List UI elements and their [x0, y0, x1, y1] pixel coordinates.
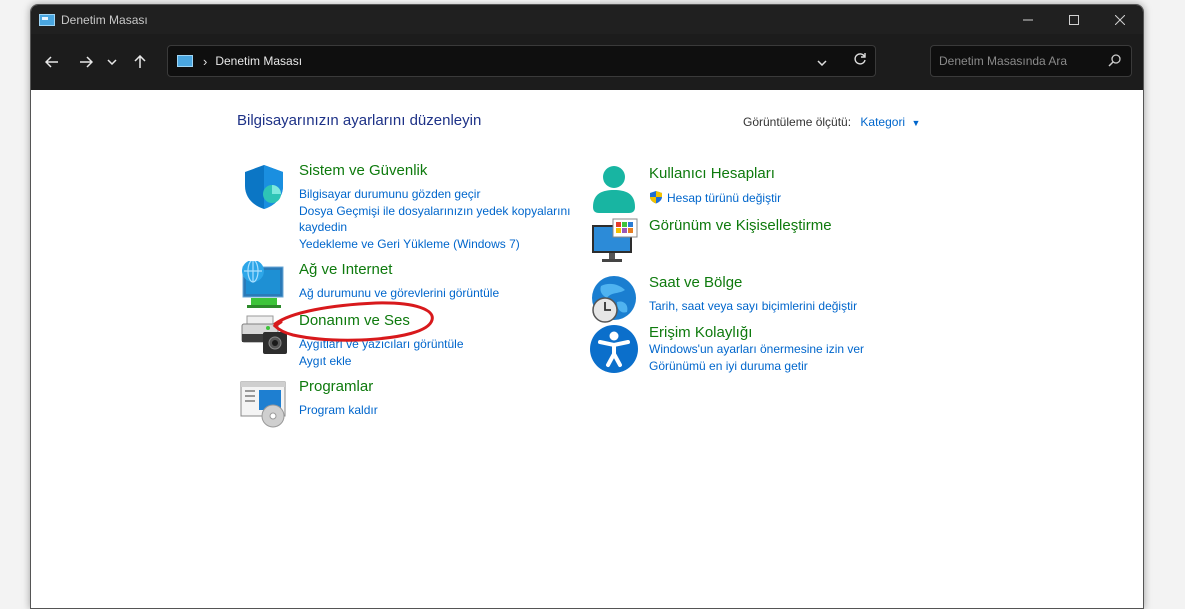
- category-title[interactable]: Donanım ve Ses: [299, 312, 410, 329]
- task-link[interactable]: Program kaldır: [299, 403, 378, 417]
- view-by-dropdown[interactable]: Kategori: [860, 115, 905, 129]
- refresh-icon: [854, 53, 866, 65]
- accessibility-icon: [590, 325, 638, 373]
- search-input[interactable]: [931, 46, 1096, 76]
- breadcrumb-separator: ›: [203, 53, 208, 69]
- arrow-right-icon: [80, 56, 93, 68]
- close-icon: [1115, 14, 1125, 25]
- control-panel-icon: [39, 13, 55, 26]
- task-link[interactable]: kaydedin: [299, 220, 347, 234]
- shield-icon: [245, 165, 283, 209]
- window-title: Denetim Masası: [61, 12, 148, 27]
- category-title[interactable]: Kullanıcı Hesapları: [649, 165, 775, 182]
- recent-locations-button[interactable]: [101, 47, 123, 77]
- task-link[interactable]: Ağ durumunu ve görevlerini görüntüle: [299, 286, 499, 300]
- task-link[interactable]: Aygıtları ve yazıcıları görüntüle: [299, 337, 464, 351]
- globe-clock-icon: [592, 276, 636, 323]
- up-button[interactable]: [125, 47, 155, 77]
- user-icon: [593, 166, 635, 213]
- caret-down-icon: ▼: [911, 118, 921, 128]
- window-controls: [1005, 5, 1143, 34]
- arrow-up-icon: [134, 55, 146, 68]
- forward-button[interactable]: [71, 47, 101, 77]
- maximize-button[interactable]: [1051, 5, 1097, 34]
- refresh-button[interactable]: [853, 52, 867, 71]
- back-button[interactable]: [37, 47, 67, 77]
- category-title[interactable]: Ağ ve Internet: [299, 261, 392, 278]
- red-highlight-annotation: [272, 301, 434, 342]
- task-link[interactable]: Hesap türünü değiştir: [649, 190, 781, 205]
- programs-icon: [240, 381, 286, 428]
- breadcrumb-control-panel[interactable]: Denetim Masası: [215, 54, 302, 68]
- task-link[interactable]: Dosya Geçmişi ile dosyalarınızın yedek k…: [299, 204, 570, 218]
- minimize-icon: [1023, 19, 1033, 20]
- category-title[interactable]: Sistem ve Güvenlik: [299, 162, 427, 179]
- close-button[interactable]: [1097, 5, 1143, 34]
- network-icon: [242, 261, 284, 308]
- maximize-icon: [1069, 14, 1079, 25]
- chevron-down-icon: [817, 60, 827, 67]
- task-link[interactable]: Yedekleme ve Geri Yükleme (Windows 7): [299, 237, 520, 251]
- category-title[interactable]: Görünüm ve Kişiselleştirme: [649, 217, 832, 234]
- task-link[interactable]: Tarih, saat veya sayı biçimlerini değişt…: [649, 299, 857, 313]
- arrow-left-icon: [45, 56, 58, 68]
- address-bar[interactable]: › Denetim Masası: [167, 45, 876, 77]
- monitor-icon: [592, 218, 638, 262]
- category-title[interactable]: Erişim Kolaylığı: [649, 324, 752, 341]
- search-box[interactable]: [930, 45, 1132, 77]
- control-panel-icon: [177, 55, 193, 67]
- page-title: Bilgisayarınızın ayarlarını düzenleyin: [237, 112, 482, 129]
- task-link-label: Hesap türünü değiştir: [667, 191, 782, 205]
- main-content: Bilgisayarınızın ayarlarını düzenleyin G…: [31, 90, 1143, 608]
- task-link[interactable]: Görünümü en iyi duruma getir: [649, 359, 808, 373]
- view-by-control: Görüntüleme ölçütü: Kategori ▼: [743, 115, 920, 129]
- title-bar: Denetim Masası: [31, 5, 1143, 34]
- task-link[interactable]: Aygıt ekle: [299, 354, 351, 368]
- category-title[interactable]: Saat ve Bölge: [649, 274, 742, 291]
- chevron-down-icon: [107, 59, 117, 65]
- navigation-bar: › Denetim Masası: [31, 34, 1143, 90]
- printer-icon: [241, 315, 287, 354]
- uac-shield-icon: [650, 191, 662, 204]
- address-dropdown-button[interactable]: [817, 53, 827, 71]
- task-link[interactable]: Windows'un ayarları önermesine izin ver: [649, 342, 864, 356]
- category-title[interactable]: Programlar: [299, 378, 373, 395]
- control-panel-window: Denetim Masası › Denetim Masası Denetim …: [30, 4, 1144, 609]
- search-icon: [1108, 54, 1121, 72]
- minimize-button[interactable]: [1005, 5, 1051, 34]
- task-link[interactable]: Bilgisayar durumunu gözden geçir: [299, 187, 480, 201]
- view-by-label: Görüntüleme ölçütü:: [743, 115, 852, 129]
